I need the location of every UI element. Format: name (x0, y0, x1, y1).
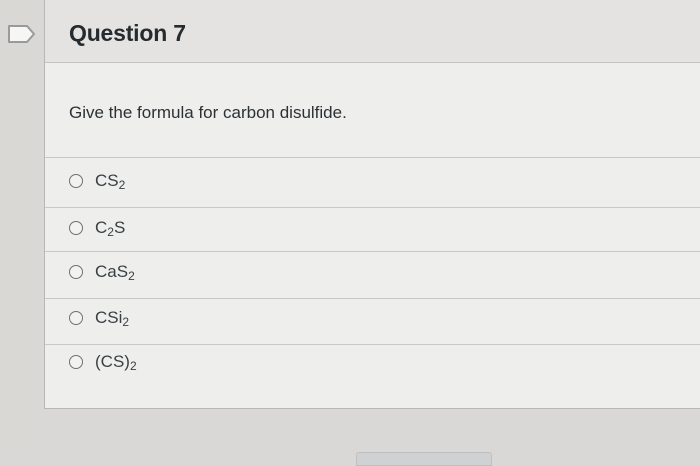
answer-label: CSi2 (95, 308, 130, 329)
radio-button[interactable] (69, 221, 83, 235)
answer-option-3[interactable]: CaS2 (69, 259, 135, 285)
divider (45, 157, 700, 158)
flag-icon[interactable] (7, 24, 37, 44)
answer-label: CaS2 (95, 262, 135, 283)
radio-button[interactable] (69, 311, 83, 325)
question-prompt: Give the formula for carbon disulfide. (69, 103, 347, 122)
divider (45, 251, 700, 252)
answer-option-4[interactable]: CSi2 (69, 305, 129, 331)
divider (45, 298, 700, 299)
answer-option-1[interactable]: CS2 (69, 168, 125, 194)
divider (45, 207, 700, 208)
question-gutter (0, 0, 44, 460)
divider (45, 344, 700, 345)
next-button[interactable] (356, 452, 492, 466)
radio-button[interactable] (69, 355, 83, 369)
question-header: Question 7 (45, 0, 700, 63)
radio-button[interactable] (69, 265, 83, 279)
answer-option-2[interactable]: C2S (69, 215, 125, 241)
answer-label: C2S (95, 218, 126, 239)
question-title: Question 7 (69, 20, 186, 46)
answer-label: CS2 (95, 171, 126, 192)
answer-label: (CS)2 (95, 352, 137, 373)
radio-button[interactable] (69, 174, 83, 188)
question-card: Question 7 Give the formula for carbon d… (44, 0, 700, 409)
answer-option-5[interactable]: (CS)2 (69, 349, 137, 375)
